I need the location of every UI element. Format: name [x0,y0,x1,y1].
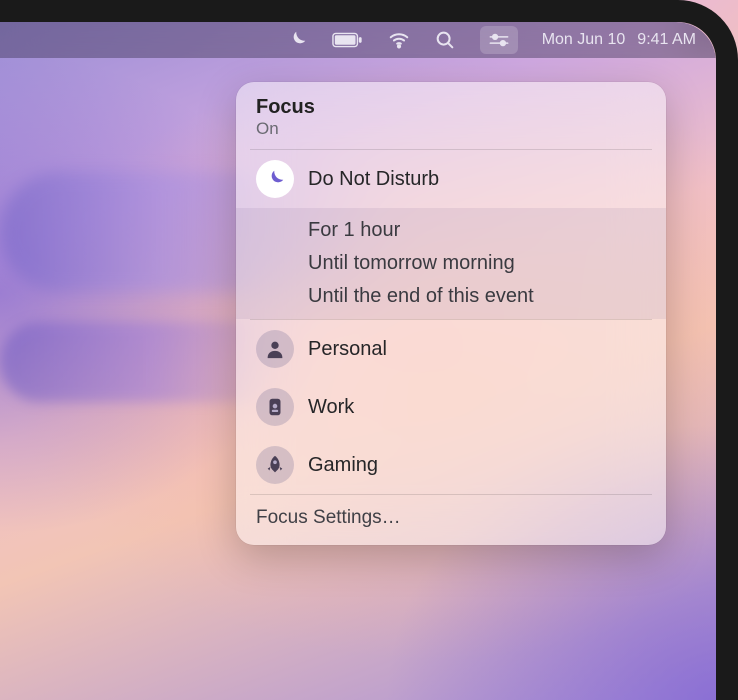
spotlight-icon[interactable] [434,29,456,51]
focus-mode-dnd[interactable]: Do Not Disturb [236,150,666,208]
rocket-icon [256,446,294,484]
focus-mode-gaming[interactable]: Gaming [236,436,666,494]
focus-settings-link[interactable]: Focus Settings… [236,495,666,545]
focus-mode-label: Gaming [308,454,378,477]
battery-icon[interactable] [332,29,364,51]
duration-option-1hour[interactable]: For 1 hour [236,214,666,247]
focus-panel-title: Focus [256,96,646,119]
focus-duration-options: For 1 hour Until tomorrow morning Until … [236,208,666,319]
control-center-icon[interactable] [480,26,518,54]
wifi-icon[interactable] [388,29,410,51]
focus-mode-work[interactable]: Work [236,378,666,436]
focus-panel-status: On [256,119,646,139]
focus-mode-label: Do Not Disturb [308,168,439,191]
focus-mode-label: Personal [308,338,387,361]
menu-bar: Mon Jun 10 9:41 AM [0,22,716,58]
focus-panel: Focus On Do Not Disturb For 1 hour Until… [236,82,666,545]
focus-mode-personal[interactable]: Personal [236,320,666,378]
duration-option-event-end[interactable]: Until the end of this event [236,280,666,313]
focus-status-icon[interactable] [286,29,308,51]
menu-bar-clock[interactable]: Mon Jun 10 9:41 AM [542,31,696,49]
menu-bar-time: 9:41 AM [637,31,696,49]
duration-option-tomorrow[interactable]: Until tomorrow morning [236,247,666,280]
person-icon [256,330,294,368]
focus-panel-header: Focus On [236,82,666,149]
badge-icon [256,388,294,426]
focus-mode-label: Work [308,396,354,419]
moon-icon [256,160,294,198]
menu-bar-date: Mon Jun 10 [542,31,626,49]
